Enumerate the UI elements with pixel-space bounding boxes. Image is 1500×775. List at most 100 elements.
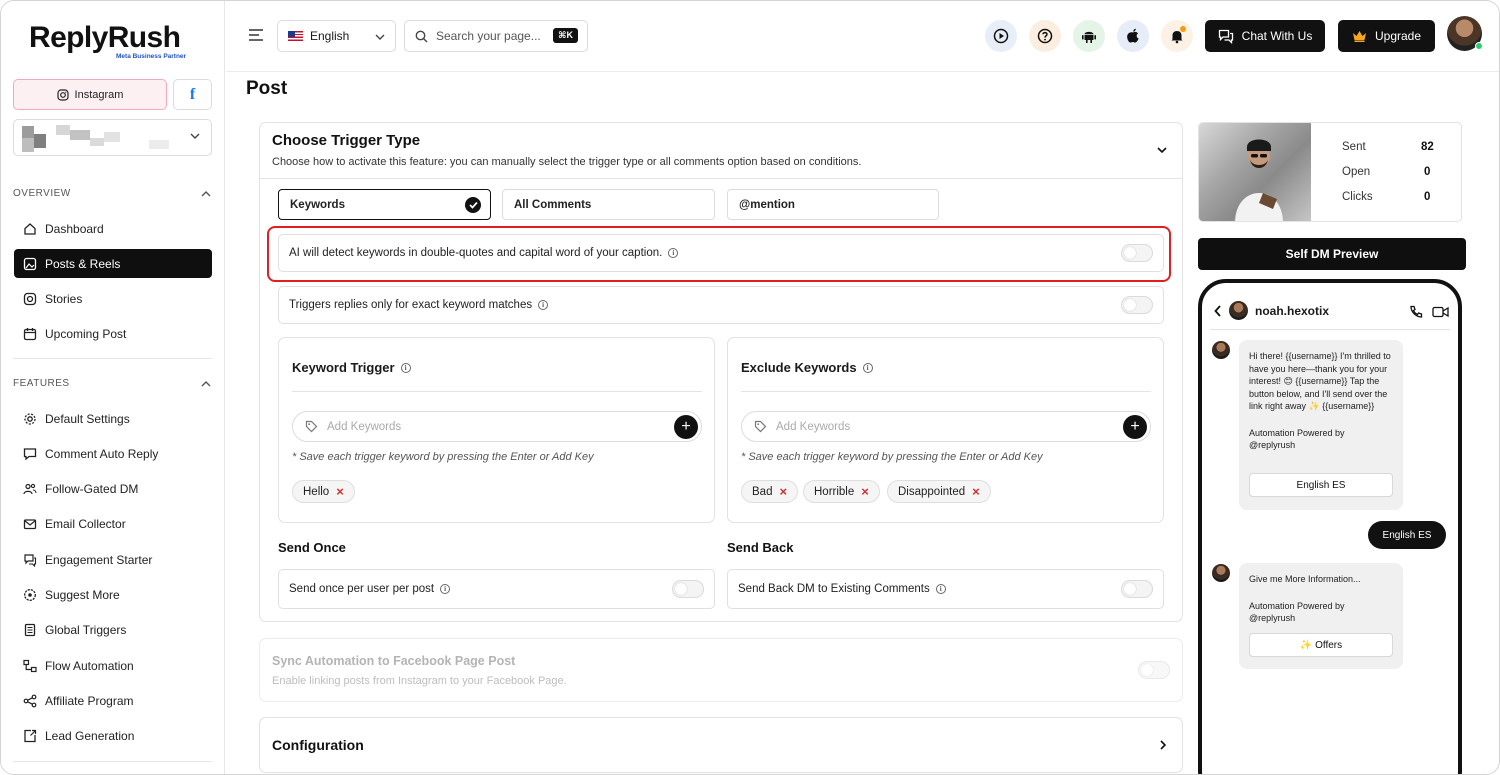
clicks-label: Clicks	[1342, 191, 1373, 203]
send-once-label: Send once per user per post	[289, 583, 435, 595]
sidebar-item-email-collector[interactable]: Email Collector	[14, 509, 212, 538]
search-input[interactable]: Search your page... ⌘K	[404, 20, 588, 52]
sync-facebook-toggle[interactable]	[1138, 661, 1170, 679]
keyword-trigger-input[interactable]: Add Keywords +	[292, 411, 702, 442]
sidebar-item-posts-reels[interactable]: Posts & Reels	[14, 249, 212, 278]
chat-with-us-label: Chat With Us	[1241, 29, 1313, 43]
gear-icon	[24, 412, 36, 425]
self-dm-preview-button[interactable]: Self DM Preview	[1198, 238, 1466, 270]
remove-keyword-icon[interactable]: ×	[336, 484, 344, 499]
sidebar-item-flow-automation[interactable]: Flow Automation	[14, 651, 212, 680]
user-avatar[interactable]	[1447, 16, 1483, 51]
home-icon	[24, 222, 36, 235]
sidebar-item-suggest-more[interactable]: Suggest More	[14, 580, 212, 609]
trigger-option-mention[interactable]: @mention	[727, 189, 939, 220]
brand-logo[interactable]: ReplyRush	[29, 21, 181, 55]
chat-with-us-button[interactable]: Chat With Us	[1205, 20, 1325, 52]
add-keyword-button[interactable]: +	[674, 415, 698, 439]
sidebar-divider	[13, 358, 212, 359]
video-tutorial-button[interactable]	[985, 20, 1017, 52]
overview-section-header[interactable]: OVERVIEW	[13, 188, 212, 199]
brand-tagline: Meta Business Partner	[116, 53, 187, 60]
remove-keyword-icon[interactable]: ×	[972, 484, 980, 499]
exclude-keywords-input[interactable]: Add Keywords +	[741, 411, 1151, 442]
crown-icon	[1352, 31, 1366, 42]
video-call-icon[interactable]	[1432, 306, 1449, 318]
dm-offers-button[interactable]: ✨ Offers	[1249, 633, 1393, 657]
sidebar-item-default-settings[interactable]: Default Settings	[14, 404, 212, 433]
users-icon	[23, 483, 37, 494]
search-placeholder: Search your page...	[436, 29, 541, 43]
sidebar-item-global-triggers[interactable]: Global Triggers	[14, 615, 212, 644]
language-select[interactable]: English	[277, 20, 396, 52]
post-thumbnail[interactable]	[1199, 123, 1311, 221]
account-selector[interactable]	[13, 119, 212, 156]
menu-icon[interactable]	[248, 28, 264, 42]
keyword-chip-label: Hello	[303, 485, 330, 498]
ios-app-button[interactable]	[1117, 20, 1149, 52]
info-icon[interactable]: i	[538, 300, 549, 310]
sidebar-item-engagement-starter[interactable]: Engagement Starter	[14, 545, 212, 574]
instagram-icon	[56, 88, 69, 101]
phone-call-icon[interactable]	[1409, 305, 1423, 319]
trigger-option-keywords[interactable]: Keywords	[278, 189, 491, 220]
sidebar-item-dashboard[interactable]: Dashboard	[14, 214, 212, 243]
send-once-toggle[interactable]	[672, 580, 704, 598]
post-image	[1235, 139, 1283, 221]
remove-keyword-icon[interactable]: ×	[779, 484, 787, 499]
trigger-option-all-comments[interactable]: All Comments	[502, 189, 715, 220]
facebook-tab[interactable]: f	[173, 79, 212, 110]
remove-keyword-icon[interactable]: ×	[861, 484, 869, 499]
tag-icon	[305, 420, 318, 433]
features-section-header[interactable]: FEATURES	[13, 378, 212, 389]
dm-quick-reply-button[interactable]: English ES	[1249, 473, 1393, 497]
sidebar-item-label: Upcoming Post	[45, 326, 127, 341]
sidebar-item-affiliate-program[interactable]: Affiliate Program	[14, 686, 212, 715]
configuration-card[interactable]: Configuration	[259, 717, 1183, 773]
exclude-keyword-chip: Bad ×	[741, 480, 799, 503]
exact-match-row: Triggers replies only for exact keyword …	[278, 286, 1164, 324]
sidebar-item-label: Follow-Gated DM	[45, 481, 139, 496]
info-icon[interactable]: i	[440, 584, 451, 594]
send-back-toggle[interactable]	[1121, 580, 1153, 598]
info-icon[interactable]: i	[862, 362, 873, 373]
sidebar-item-upcoming-post[interactable]: Upcoming Post	[14, 319, 212, 348]
android-app-button[interactable]	[1073, 20, 1105, 52]
exclude-keywords-placeholder: Add Keywords	[776, 420, 851, 433]
sidebar: ReplyRush Meta Business Partner Instagra…	[1, 1, 225, 774]
dm-powered-text: Automation Powered by @replyrush	[1249, 427, 1345, 451]
sync-facebook-card: Sync Automation to Facebook Page Post En…	[259, 638, 1183, 702]
search-shortcut-badge: ⌘K	[553, 28, 578, 43]
comment-icon	[23, 447, 37, 460]
instagram-tab[interactable]: Instagram	[13, 79, 167, 110]
dm-header-divider	[1210, 329, 1450, 330]
info-icon[interactable]: i	[400, 362, 411, 373]
notifications-button[interactable]	[1161, 20, 1193, 52]
info-icon[interactable]: i	[935, 584, 946, 594]
configuration-title: Configuration	[272, 737, 364, 753]
check-icon	[465, 197, 481, 213]
sidebar-item-lead-generation[interactable]: Lead Generation	[14, 721, 212, 750]
flow-icon	[23, 659, 37, 672]
back-arrow-icon[interactable]	[1214, 304, 1222, 317]
chevron-down-icon[interactable]	[1156, 145, 1168, 155]
lead-icon	[24, 729, 37, 742]
sidebar-item-label: Default Settings	[45, 411, 130, 426]
help-button[interactable]	[1029, 20, 1061, 52]
dm-username: noah.hexotix	[1255, 303, 1330, 318]
dm-message-text: Give me More Information...	[1249, 574, 1361, 584]
upgrade-label: Upgrade	[1374, 29, 1422, 43]
exact-match-toggle[interactable]	[1121, 296, 1153, 314]
language-value: English	[310, 29, 350, 43]
upgrade-button[interactable]: Upgrade	[1338, 20, 1435, 52]
sidebar-item-label: Lead Generation	[45, 728, 135, 743]
open-label: Open	[1342, 166, 1371, 178]
add-exclude-keyword-button[interactable]: +	[1123, 415, 1147, 439]
overview-label: OVERVIEW	[13, 188, 71, 199]
sidebar-item-stories[interactable]: Stories	[14, 284, 212, 313]
sync-facebook-subtitle: Enable linking posts from Instagram to y…	[272, 675, 567, 687]
sidebar-item-label: Dashboard	[45, 221, 104, 236]
sidebar-item-comment-auto-reply[interactable]: Comment Auto Reply	[14, 439, 212, 468]
sidebar-item-follow-gated-dm[interactable]: Follow-Gated DM	[14, 474, 212, 503]
send-back-title: Send Back	[727, 540, 794, 555]
